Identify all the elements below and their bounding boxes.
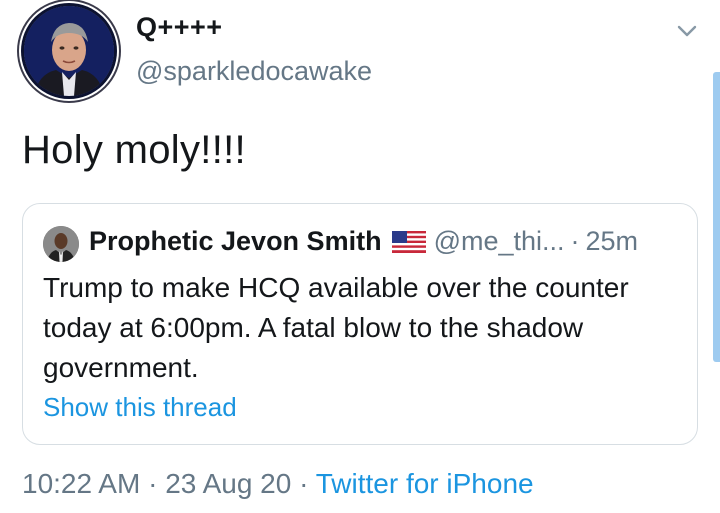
tweet-detail: Q++++ @sparkledocawake Holy moly!!!! Pro… [0, 0, 720, 513]
scrollbar[interactable] [713, 72, 720, 362]
quoted-display-name[interactable]: Prophetic Jevon Smith [89, 226, 382, 257]
quoted-handle[interactable]: @me_thi... [434, 226, 565, 257]
quoted-tweet-card[interactable]: Prophetic Jevon Smith @me_thi... · 25m T… [22, 203, 698, 445]
author-avatar-image [24, 6, 114, 96]
meta-separator: · [140, 468, 166, 499]
quoted-tweet-text: Trump to make HCQ available over the cou… [43, 272, 629, 383]
chevron-down-icon[interactable] [676, 20, 698, 42]
tweet-time[interactable]: 10:22 AM [22, 468, 140, 499]
us-flag-icon [391, 230, 426, 253]
author-avatar[interactable] [24, 6, 114, 96]
tweet-date[interactable]: 23 Aug 20 [165, 468, 291, 499]
show-thread-link[interactable]: Show this thread [43, 392, 237, 423]
author-display-name[interactable]: Q++++ [136, 12, 223, 43]
tweet-text: Holy moly!!!! [22, 128, 246, 172]
author-handle[interactable]: @sparkledocawake [136, 56, 372, 87]
quoted-author-avatar[interactable] [43, 226, 79, 262]
quoted-avatar-image [43, 226, 79, 262]
quoted-timestamp[interactable]: 25m [586, 226, 639, 257]
quoted-separator: · [570, 226, 580, 256]
meta-separator: · [291, 468, 316, 499]
quoted-tweet-header: Prophetic Jevon Smith @me_thi... · 25m [89, 226, 638, 257]
tweet-source-link[interactable]: Twitter for iPhone [316, 468, 534, 499]
tweet-metadata: 10:22 AM · 23 Aug 20 · Twitter for iPhon… [22, 468, 534, 500]
